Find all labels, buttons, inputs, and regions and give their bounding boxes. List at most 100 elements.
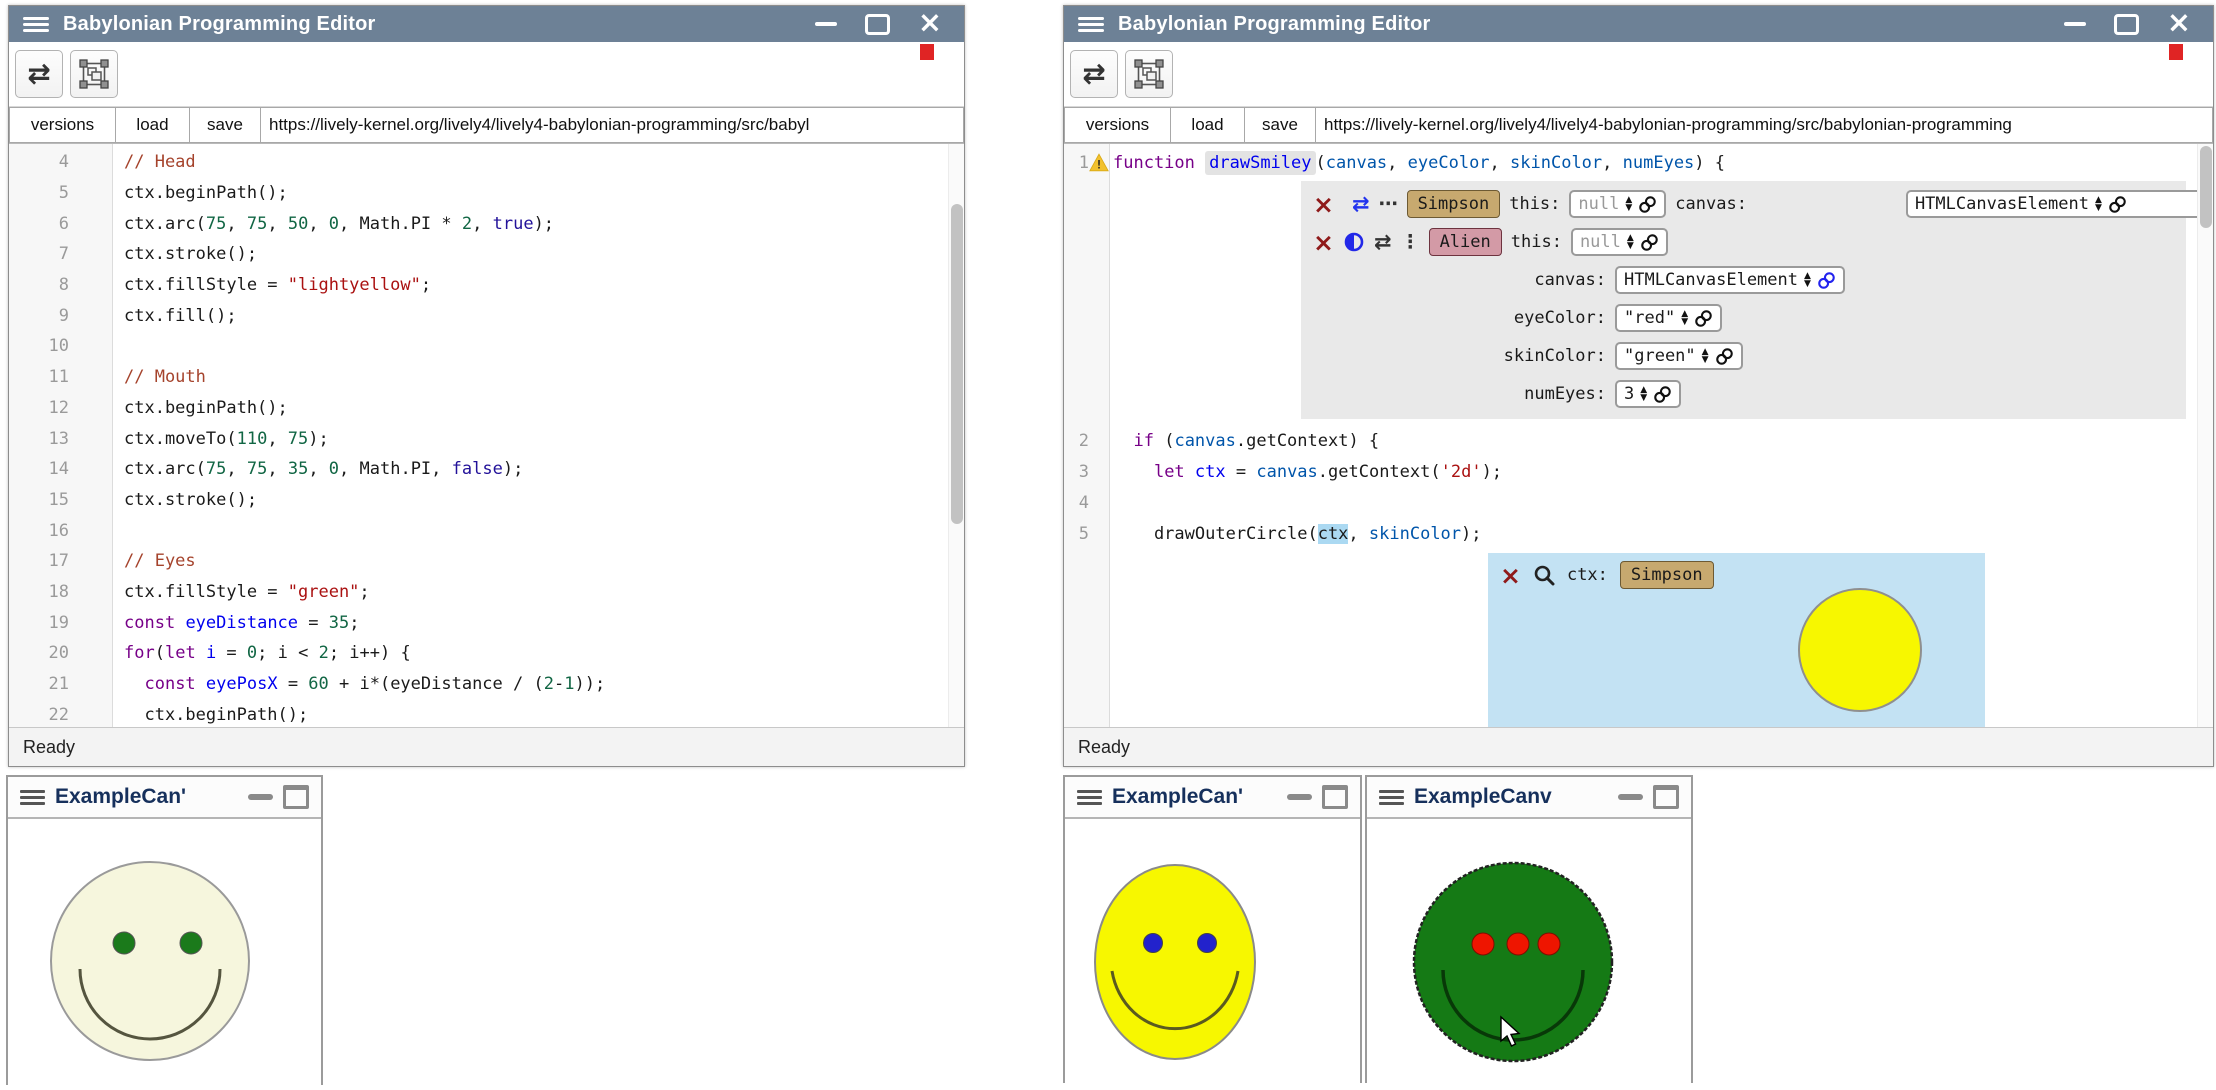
probe-example-badge[interactable]: Simpson <box>1620 561 1714 589</box>
maximize-button[interactable] <box>1322 785 1348 809</box>
load-button[interactable]: load <box>116 107 190 143</box>
param-value[interactable]: null <box>1580 232 1621 252</box>
menu-icon[interactable] <box>20 790 45 805</box>
url-field[interactable]: https://lively-kernel.org/lively4/lively… <box>1316 107 2213 143</box>
scrollbar-track[interactable] <box>2197 144 2213 727</box>
transform-button[interactable] <box>1125 50 1173 98</box>
param-row-numeyes: numEyes: 3 ▲▼ <box>1301 375 2186 413</box>
save-button[interactable]: save <box>1245 107 1316 143</box>
line-number: 16 <box>9 521 69 541</box>
versions-button[interactable]: versions <box>9 107 116 143</box>
stepper-icon[interactable]: ▲▼ <box>1702 348 1709 364</box>
file-button-row: versions load save https://lively-kernel… <box>1064 107 2213 144</box>
stepper-icon[interactable]: ▲▼ <box>1627 234 1634 250</box>
param-value-box[interactable]: "red" ▲▼ <box>1615 304 1722 332</box>
toolbar: ⇄ <box>1064 42 2213 107</box>
minimize-button[interactable] <box>1287 794 1312 800</box>
link-icon[interactable] <box>1694 309 1713 328</box>
window-title: ExampleCanv <box>1414 785 1608 809</box>
scrollbar-thumb[interactable] <box>2200 146 2212 228</box>
menu-icon[interactable] <box>1078 17 1104 32</box>
link-icon[interactable] <box>1640 233 1659 252</box>
maximize-button[interactable] <box>283 785 309 809</box>
scrollbar-thumb[interactable] <box>951 204 963 524</box>
param-value[interactable]: null <box>1578 194 1619 214</box>
swap-arrows-icon[interactable]: ⇄ <box>1352 194 1370 215</box>
code-line: 10 <box>9 331 964 362</box>
code-line: 17// Eyes <box>9 546 964 577</box>
example-row-alien: × ⇄ ⋮ Alien this: null ▲▼ <box>1301 223 2186 261</box>
link-icon[interactable] <box>2108 195 2127 214</box>
line-number: 1 <box>1064 153 1089 173</box>
delete-example-icon[interactable]: × <box>1313 230 1334 255</box>
param-value[interactable]: HTMLCanvasElement <box>1624 270 1798 290</box>
close-button[interactable]: × <box>2167 8 2191 37</box>
maximize-button[interactable] <box>1653 785 1679 809</box>
code-line: 11// Mouth <box>9 362 964 393</box>
delete-example-icon[interactable]: × <box>1313 192 1334 217</box>
code-editor[interactable]: 4// Head5ctx.beginPath();6ctx.arc(75, 75… <box>9 144 964 727</box>
menu-icon[interactable] <box>1077 790 1102 805</box>
swap-arrows-icon: ⇄ <box>27 60 50 88</box>
delete-probe-icon[interactable]: × <box>1500 563 1521 588</box>
more-options-icon[interactable]: ⋯ <box>1379 193 1398 215</box>
menu-icon[interactable] <box>23 17 49 32</box>
example-name-badge[interactable]: Alien <box>1429 228 1502 256</box>
more-options-icon[interactable]: ⋮ <box>1401 231 1420 253</box>
code-line: 21 const eyePosX = 60 + i*(eyeDistance /… <box>9 669 964 700</box>
load-button[interactable]: load <box>1171 107 1245 143</box>
magnifier-icon[interactable] <box>1533 564 1555 586</box>
param-value-box[interactable]: 3 ▲▼ <box>1615 380 1681 408</box>
param-value[interactable]: 3 <box>1624 384 1634 404</box>
menu-icon[interactable] <box>1379 790 1404 805</box>
example-name-badge[interactable]: Simpson <box>1407 190 1501 218</box>
link-icon[interactable] <box>1715 347 1734 366</box>
minimize-button[interactable] <box>1618 794 1643 800</box>
param-value-box[interactable]: HTMLCanvasElement ▲▼ <box>1906 190 2213 218</box>
param-label: numEyes: <box>1313 384 1606 404</box>
param-value[interactable]: HTMLCanvasElement <box>1915 194 2089 214</box>
transform-button[interactable] <box>70 50 118 98</box>
param-value-box[interactable]: null ▲▼ <box>1569 190 1666 218</box>
swap-source-button[interactable]: ⇄ <box>15 50 63 98</box>
line-number: 18 <box>9 582 69 602</box>
minimize-button[interactable] <box>248 794 273 800</box>
link-icon[interactable] <box>1638 195 1657 214</box>
stepper-icon[interactable]: ▲▼ <box>1804 272 1811 288</box>
canvas-content <box>8 819 321 1090</box>
status-bar: Ready <box>1064 727 2213 766</box>
minimize-button[interactable] <box>815 22 837 26</box>
minimize-button[interactable] <box>2064 22 2086 26</box>
url-field[interactable]: https://lively-kernel.org/lively4/lively… <box>261 107 964 143</box>
param-label: this: <box>1511 232 1562 252</box>
param-value-box[interactable]: HTMLCanvasElement ▲▼ <box>1615 266 1845 294</box>
code-line: 4// Head <box>9 147 964 178</box>
swap-source-button[interactable]: ⇄ <box>1070 50 1118 98</box>
code-line: 20for(let i = 0; i < 2; i++) { <box>9 638 964 669</box>
param-value[interactable]: "red" <box>1624 308 1675 328</box>
param-value-box[interactable]: "green" ▲▼ <box>1615 342 1743 370</box>
swap-arrows-icon[interactable]: ⇄ <box>1374 232 1392 253</box>
canvas-window-cream: ExampleCan' <box>6 775 323 1085</box>
line-number: 15 <box>9 490 69 510</box>
code-line: 6ctx.arc(75, 75, 50, 0, Math.PI * 2, tru… <box>9 208 964 239</box>
stepper-icon[interactable]: ▲▼ <box>1681 310 1688 326</box>
maximize-button[interactable] <box>865 14 890 35</box>
toggle-example-icon[interactable] <box>1343 231 1365 253</box>
param-value[interactable]: "green" <box>1624 346 1696 366</box>
stepper-icon[interactable]: ▲▼ <box>1625 196 1632 212</box>
window-title: ExampleCan' <box>1112 785 1277 809</box>
scrollbar-track[interactable] <box>948 144 964 727</box>
stepper-icon[interactable]: ▲▼ <box>1640 386 1647 402</box>
link-icon[interactable] <box>1653 385 1672 404</box>
link-icon[interactable] <box>1817 271 1836 290</box>
titlebar: ExampleCanv <box>1367 777 1691 819</box>
versions-button[interactable]: versions <box>1064 107 1171 143</box>
close-button[interactable]: × <box>918 8 942 37</box>
line-number: 5 <box>9 183 69 203</box>
stepper-icon[interactable]: ▲▼ <box>2095 196 2102 212</box>
code-editor[interactable]: 1 ! function drawSmiley(canvas, eyeColor… <box>1064 144 2213 727</box>
param-value-box[interactable]: null ▲▼ <box>1571 228 1668 256</box>
save-button[interactable]: save <box>190 107 261 143</box>
maximize-button[interactable] <box>2114 14 2139 35</box>
